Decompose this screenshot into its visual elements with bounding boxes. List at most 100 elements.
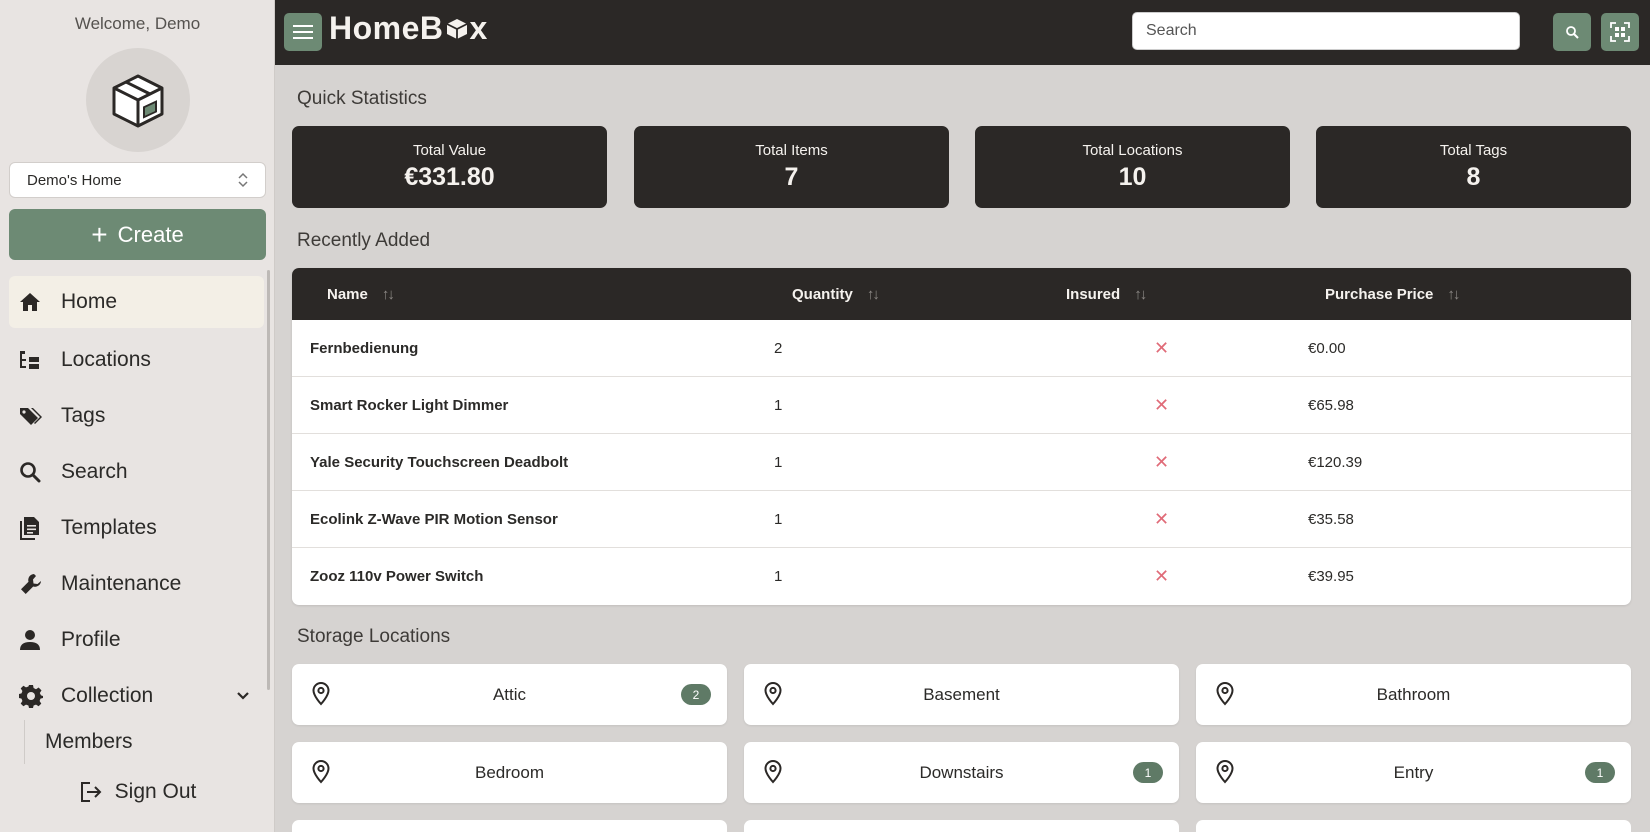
cell-quantity: 1 [774, 567, 783, 585]
sidebar-item-collection[interactable]: Collection [9, 668, 264, 724]
not-insured-icon: ✕ [1154, 337, 1170, 358]
location-card-partial[interactable] [1196, 820, 1631, 832]
logo-text: HomeB [329, 10, 444, 46]
stat-total-locations: Total Locations 10 [975, 126, 1290, 208]
quick-statistics-title: Quick Statistics [297, 88, 427, 109]
sidebar-item-templates[interactable]: Templates [9, 500, 264, 556]
sidebar-item-tags[interactable]: Tags [9, 388, 264, 444]
storage-locations-title: Storage Locations [297, 626, 451, 647]
not-insured-icon: ✕ [1154, 508, 1170, 529]
sidebar-scrollbar[interactable] [267, 270, 270, 690]
stat-value: 10 [1118, 163, 1147, 191]
home-select[interactable]: Demo's Home [9, 162, 266, 198]
cell-quantity: 1 [774, 396, 783, 414]
sidebar-item-members[interactable]: Members [24, 720, 224, 764]
recently-added-table: Name ↑↓ Quantity ↑↓ Insured ↑↓ Purchase … [292, 268, 1631, 605]
location-card-entry[interactable]: Entry 1 [1196, 742, 1631, 803]
sidebar-item-label: Collection [61, 684, 154, 707]
location-card-downstairs[interactable]: Downstairs 1 [744, 742, 1179, 803]
home-select-value: Demo's Home [27, 171, 122, 189]
cell-quantity: 2 [774, 339, 783, 357]
column-header-quantity[interactable]: Quantity ↑↓ [792, 268, 880, 320]
chevron-down-icon [237, 692, 249, 700]
app-logo[interactable]: HomeB x [329, 10, 488, 47]
menu-button[interactable] [284, 13, 322, 51]
sidebar-item-locations[interactable]: Locations [9, 332, 264, 388]
table-row[interactable]: Yale Security Touchscreen Deadbolt 1 ✕ €… [292, 434, 1631, 491]
location-name: Basement [923, 684, 1000, 704]
stat-label: Total Items [755, 142, 828, 159]
stat-label: Total Locations [1082, 142, 1183, 159]
cell-name: Yale Security Touchscreen Deadbolt [310, 453, 569, 471]
table-row[interactable]: Zooz 110v Power Switch 1 ✕ €39.95 [292, 548, 1631, 605]
location-card-partial[interactable] [744, 820, 1179, 832]
table-row[interactable]: Fernbedienung 2 ✕ €0.00 [292, 320, 1631, 377]
cell-price: €120.39 [1308, 453, 1363, 471]
location-card-bathroom[interactable]: Bathroom [1196, 664, 1631, 725]
sign-out-button[interactable]: Sign Out [0, 780, 275, 804]
stat-label: Total Tags [1439, 142, 1508, 159]
create-button[interactable]: + Create [9, 209, 266, 260]
cell-name: Smart Rocker Light Dimmer [310, 396, 509, 414]
location-name: Attic [492, 684, 527, 704]
location-card-bedroom[interactable]: Bedroom [292, 742, 727, 803]
avatar [86, 48, 190, 152]
box-logo-icon [112, 74, 164, 128]
sidebar-item-label: Maintenance [61, 572, 182, 595]
document-icon [19, 516, 49, 540]
sort-icon: ↑↓ [866, 285, 880, 303]
sidebar-nav: Home Locations Tags Search Templates Mai… [9, 276, 264, 724]
cell-name: Ecolink Z-Wave PIR Motion Sensor [310, 510, 558, 528]
sign-out-icon [80, 782, 102, 802]
cell-quantity: 1 [774, 510, 783, 528]
scan-button[interactable] [1601, 13, 1639, 51]
location-card-partial[interactable] [292, 820, 727, 832]
column-header-insured[interactable]: Insured ↑↓ [1066, 268, 1147, 320]
cell-name: Zooz 110v Power Switch [310, 567, 484, 585]
sidebar-item-profile[interactable]: Profile [9, 612, 264, 668]
user-icon [19, 628, 49, 652]
location-name: Bathroom [1376, 684, 1451, 704]
not-insured-icon: ✕ [1154, 394, 1170, 415]
cell-price: €39.95 [1308, 567, 1354, 585]
plus-icon: + [91, 218, 108, 250]
tree-icon [19, 348, 49, 372]
sidebar-item-label: Profile [61, 628, 121, 651]
stat-total-value: Total Value €331.80 [292, 126, 607, 208]
column-label: Insured [1066, 285, 1121, 303]
search-button[interactable] [1553, 13, 1591, 51]
location-count-badge: 2 [681, 684, 711, 705]
column-header-purchase-price[interactable]: Purchase Price ↑↓ [1325, 268, 1460, 320]
sidebar-item-label: Tags [61, 404, 106, 427]
table-row[interactable]: Smart Rocker Light Dimmer 1 ✕ €65.98 [292, 377, 1631, 434]
stat-total-items: Total Items 7 [634, 126, 949, 208]
barcode-scan-icon [1610, 22, 1630, 42]
sidebar-item-maintenance[interactable]: Maintenance [9, 556, 264, 612]
column-label: Purchase Price [1325, 285, 1434, 303]
table-row[interactable]: Ecolink Z-Wave PIR Motion Sensor 1 ✕ €35… [292, 491, 1631, 548]
cell-quantity: 1 [774, 453, 783, 471]
cell-price: €35.58 [1308, 510, 1354, 528]
location-card-basement[interactable]: Basement [744, 664, 1179, 725]
location-card-attic[interactable]: Attic 2 [292, 664, 727, 725]
column-header-name[interactable]: Name ↑↓ [327, 268, 395, 320]
search-input[interactable] [1132, 12, 1520, 50]
home-icon [19, 290, 49, 314]
location-count-badge: 1 [1133, 762, 1163, 783]
sidebar-item-label: Templates [61, 516, 157, 539]
members-label: Members [45, 730, 133, 753]
sidebar-item-label: Search [61, 460, 128, 483]
column-label: Quantity [792, 285, 853, 303]
sidebar: Welcome, Demo Demo's Home + Create Home [0, 0, 275, 832]
cell-price: €0.00 [1308, 339, 1346, 357]
table-header: Name ↑↓ Quantity ↑↓ Insured ↑↓ Purchase … [292, 268, 1631, 320]
sidebar-item-search[interactable]: Search [9, 444, 264, 500]
search-icon [1566, 26, 1579, 39]
location-count-badge: 1 [1585, 762, 1615, 783]
sort-icon: ↑↓ [381, 285, 395, 303]
column-label: Name [327, 285, 368, 303]
box-logo-icon [446, 18, 467, 39]
sidebar-item-home[interactable]: Home [9, 276, 264, 328]
location-name: Bedroom [475, 762, 544, 782]
gear-icon [19, 684, 49, 708]
